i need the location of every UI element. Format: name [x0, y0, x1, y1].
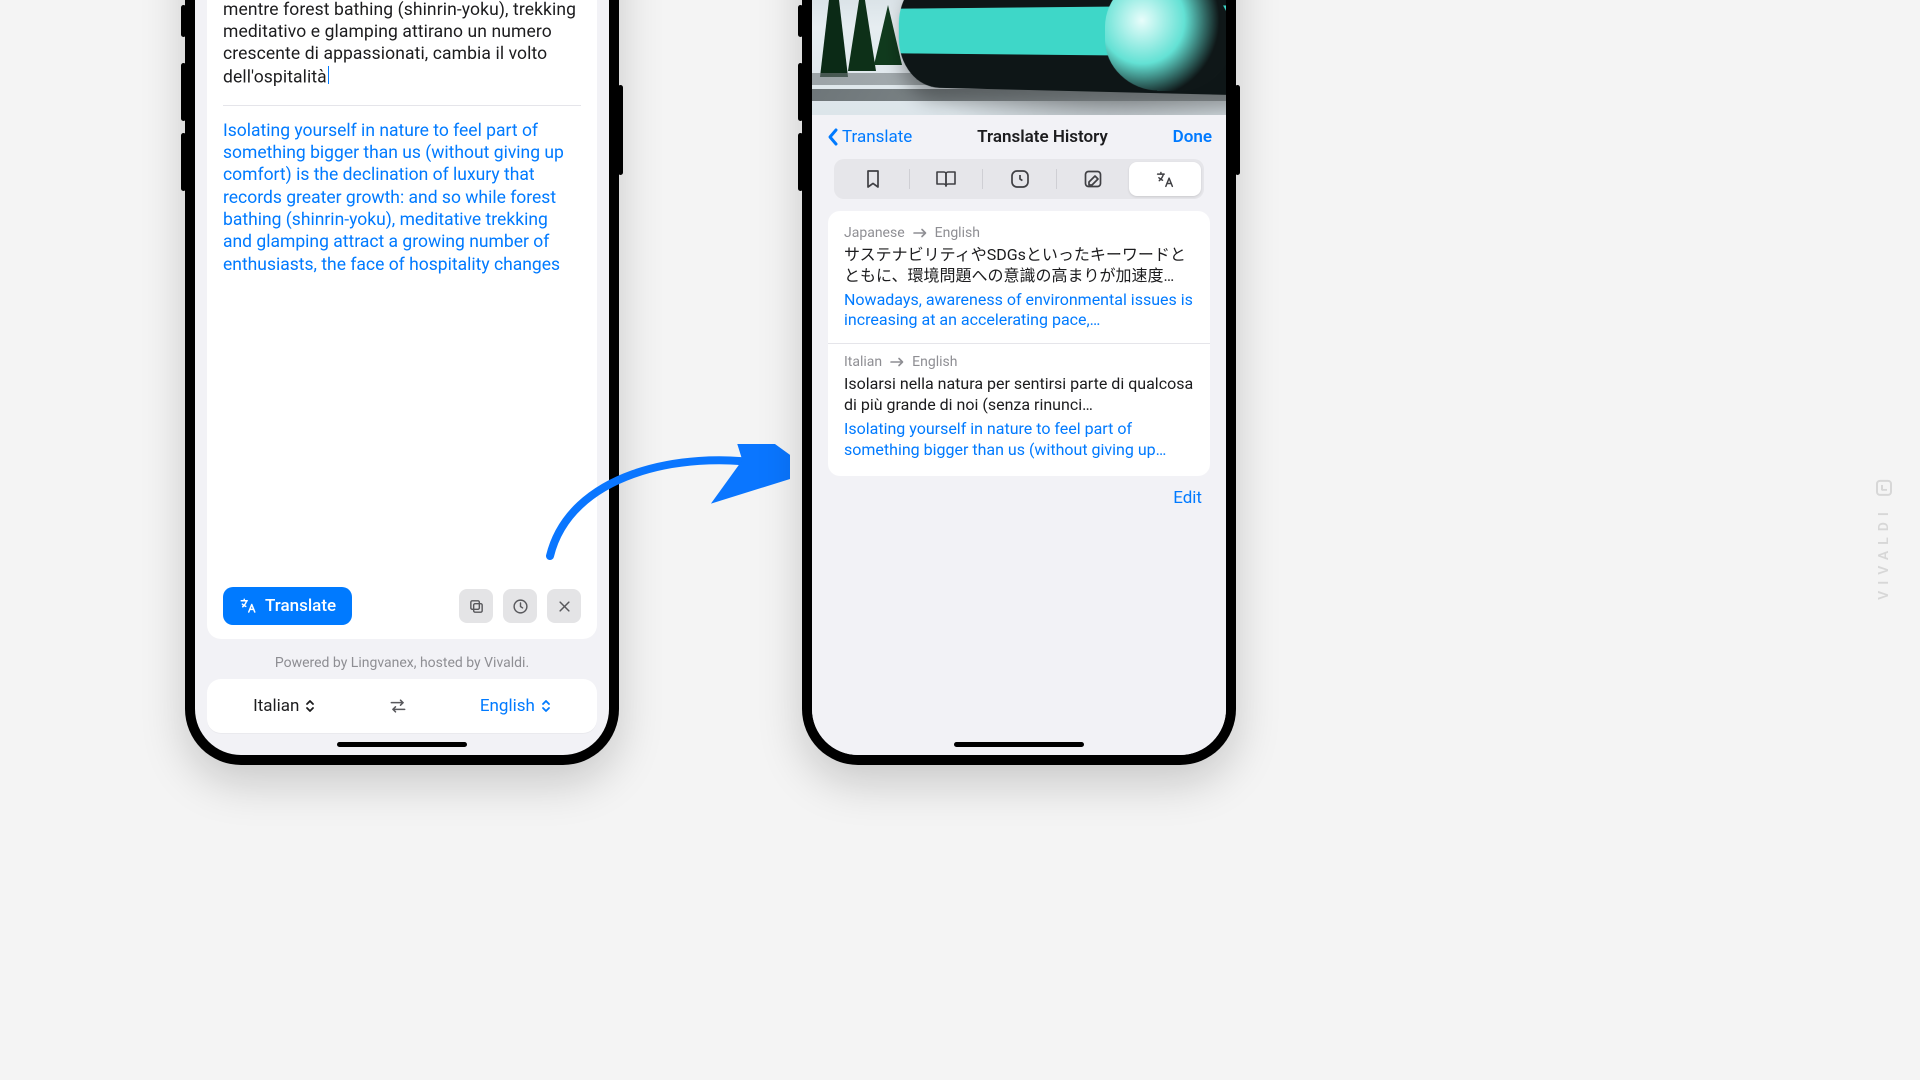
- swap-icon: [388, 697, 408, 715]
- tree-icon: [848, 0, 876, 71]
- vivaldi-logo-icon: [1876, 480, 1892, 496]
- copy-button[interactable]: [459, 589, 493, 623]
- side-button: [181, 5, 186, 37]
- history-item[interactable]: Italian English Isolarsi nella natura pe…: [828, 343, 1210, 472]
- side-button: [798, 5, 803, 37]
- phone-right: Translate Translate History Done: [802, 0, 1236, 765]
- segmented-control: [834, 159, 1204, 199]
- source-text[interactable]: Isolarsi nella natura per sentirsi parte…: [223, 0, 581, 89]
- sheet-header: Translate Translate History Done: [826, 127, 1212, 147]
- translate-card: Isolarsi nella natura per sentirsi parte…: [207, 0, 597, 639]
- translate-icon: [1155, 170, 1175, 188]
- history-icon: [512, 598, 529, 615]
- tab-history[interactable]: [983, 162, 1055, 196]
- arrow-right-icon: [890, 357, 904, 367]
- brand-watermark: VIVALDI: [1876, 480, 1892, 600]
- tab-reading-list[interactable]: [910, 162, 982, 196]
- powered-by: Powered by Lingvanex, hosted by Vivaldi.: [195, 655, 609, 671]
- hero-image: [812, 0, 1226, 115]
- chevron-updown-icon: [541, 699, 551, 713]
- side-button: [181, 63, 186, 121]
- history-item[interactable]: Japanese English サステナビリティやSDGsといったキーワードと…: [828, 215, 1210, 343]
- brand-label: VIVALDI: [1876, 506, 1892, 600]
- translate-icon: [239, 597, 257, 615]
- side-button: [798, 63, 803, 121]
- copy-icon: [468, 598, 485, 615]
- divider: [223, 105, 581, 106]
- tree-icon: [874, 5, 902, 65]
- close-button[interactable]: [547, 589, 581, 623]
- history-from: Italian: [844, 354, 882, 370]
- history-to: English: [935, 225, 980, 241]
- screen-left: Isolarsi nella natura per sentirsi parte…: [195, 0, 609, 755]
- page-title: Translate History: [977, 127, 1108, 147]
- source-language-label: Italian: [253, 696, 299, 716]
- translated-text: Isolating yourself in nature to feel par…: [223, 120, 581, 277]
- history-to: English: [912, 354, 957, 370]
- history-button[interactable]: [503, 589, 537, 623]
- back-label: Translate: [842, 127, 912, 147]
- history-target: Isolating yourself in nature to feel par…: [844, 419, 1194, 461]
- history-source: Isolarsi nella natura per sentirsi parte…: [844, 374, 1194, 416]
- history-target: Nowadays, awareness of environmental iss…: [844, 290, 1194, 332]
- translate-actions: Translate: [223, 587, 581, 625]
- history-lang-row: Italian English: [844, 354, 1194, 370]
- tab-bookmarks[interactable]: [837, 162, 909, 196]
- history-list: Japanese English サステナビリティやSDGsといったキーワードと…: [828, 211, 1210, 476]
- history-source: サステナビリティやSDGsといったキーワードとともに、環境問題への意識の高まりが…: [844, 245, 1194, 287]
- back-button[interactable]: Translate: [826, 127, 912, 147]
- close-icon: [557, 599, 572, 614]
- bookmark-icon: [864, 169, 882, 189]
- history-lang-row: Japanese English: [844, 225, 1194, 241]
- chevron-left-icon: [826, 127, 840, 147]
- side-button: [181, 133, 186, 191]
- tab-notes[interactable]: [1057, 162, 1129, 196]
- screen-right: Translate Translate History Done: [812, 0, 1226, 755]
- clock-icon: [1010, 169, 1030, 189]
- home-indicator: [337, 742, 467, 747]
- home-indicator: [954, 742, 1084, 747]
- translate-button-label: Translate: [265, 596, 336, 616]
- side-button: [798, 133, 803, 191]
- target-language-select[interactable]: English: [480, 696, 551, 716]
- arrow-right-icon: [913, 228, 927, 238]
- chevron-updown-icon: [305, 699, 315, 713]
- side-button: [1235, 85, 1240, 175]
- done-button[interactable]: Done: [1173, 127, 1212, 147]
- source-language-select[interactable]: Italian: [253, 696, 315, 716]
- source-text-value: Isolarsi nella natura per sentirsi parte…: [223, 0, 576, 87]
- target-language-label: English: [480, 696, 535, 716]
- text-cursor: [328, 66, 329, 84]
- reading-list-icon: [935, 170, 957, 188]
- swap-languages-button[interactable]: [388, 697, 408, 715]
- tree-icon: [820, 0, 848, 77]
- edit-button[interactable]: Edit: [836, 488, 1202, 508]
- language-bar: Italian English: [207, 679, 597, 733]
- translate-button[interactable]: Translate: [223, 587, 352, 625]
- tab-translate[interactable]: [1129, 162, 1201, 196]
- history-from: Japanese: [844, 225, 905, 241]
- phone-left: Isolarsi nella natura per sentirsi parte…: [185, 0, 619, 765]
- side-button: [618, 85, 623, 175]
- history-sheet: Translate Translate History Done: [812, 115, 1226, 755]
- note-edit-icon: [1083, 169, 1103, 189]
